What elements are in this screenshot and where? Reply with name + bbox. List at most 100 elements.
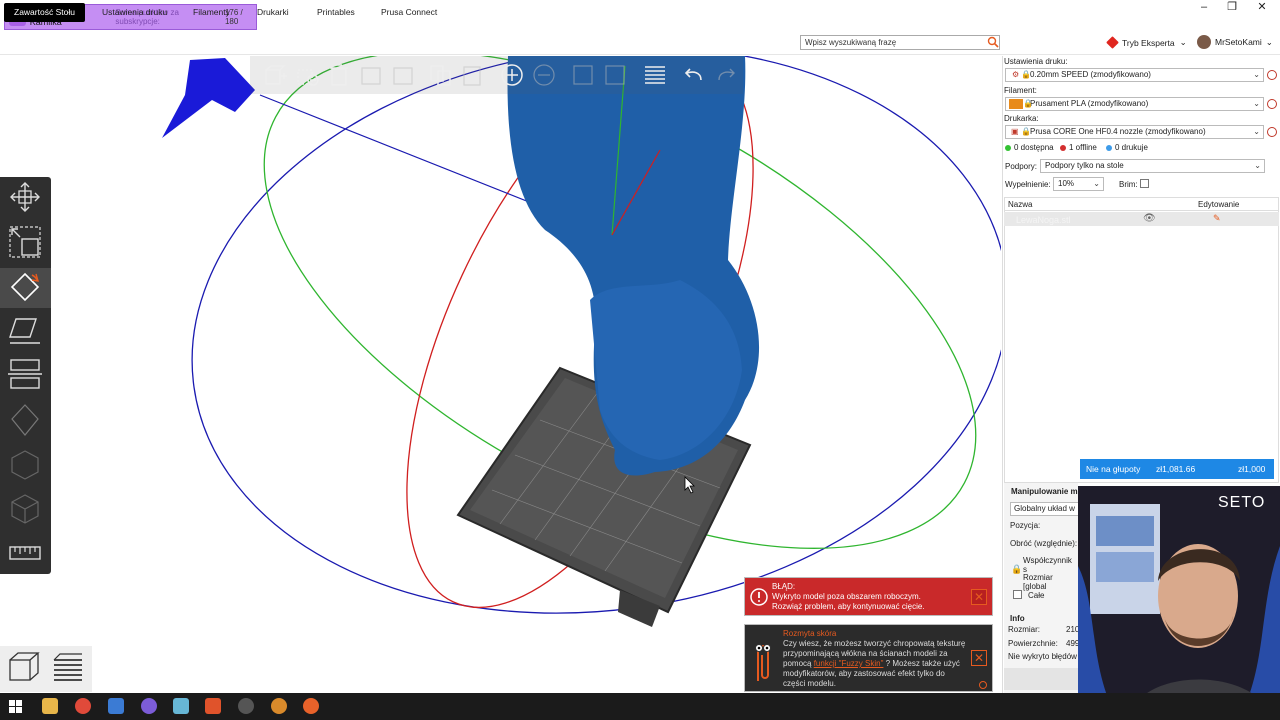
filament-combo[interactable]: 🔒 Prusament PLA (zmodyfikowano) ⌄ — [1005, 97, 1264, 111]
budget-bar: Nie na głupoty zł1,081.66 zł1,000 — [1080, 459, 1274, 479]
gear-icon[interactable] — [1267, 127, 1277, 137]
vscode-icon[interactable] — [108, 698, 124, 714]
col-edit: Edytowanie — [1198, 200, 1240, 209]
restore-icon[interactable]: ❐ — [1217, 0, 1247, 14]
preview-icon[interactable] — [50, 650, 86, 686]
coord-system-combo[interactable]: Globalny układ w — [1010, 502, 1080, 516]
split-objects-icon — [573, 65, 593, 85]
status-offline: 1 offline — [1060, 143, 1097, 152]
redo-icon — [718, 68, 735, 81]
layers-editing-icon[interactable] — [642, 62, 668, 88]
info-size-label: Rozmiar: — [1008, 625, 1041, 634]
scale-label: Współczynnik s — [1023, 556, 1072, 574]
prusaslicer-icon[interactable] — [303, 698, 319, 714]
hint-text1: Czy wiesz, że możesz tworzyć chropowatą … — [783, 639, 966, 648]
hint-text3-post: ? Możesz także użyć — [885, 659, 960, 668]
menu-bar — [0, 31, 1280, 55]
printer-icon: ▣ — [1011, 127, 1019, 136]
print-settings-label: Ustawienia druku: — [1004, 57, 1068, 66]
file-explorer-icon[interactable] — [42, 698, 58, 714]
3d-view-icon[interactable] — [6, 650, 42, 686]
tab-prusa-connect[interactable]: Prusa Connect — [371, 3, 447, 22]
rotate-icon[interactable] — [8, 270, 42, 304]
supports-combo[interactable]: Podpory tylko na stole ⌄ — [1040, 159, 1265, 173]
status-dot — [1060, 144, 1066, 151]
whole-checkbox[interactable] — [1013, 590, 1022, 599]
brim-label: Brim: — [1119, 180, 1138, 189]
hint-text4: modyfikatorów, aby zastosować efekt tylk… — [783, 669, 945, 678]
brim-checkbox[interactable] — [1140, 179, 1149, 188]
object-manipulation-panel: Manipulowanie m Globalny układ w Pozycja… — [1004, 483, 1080, 693]
remove-instance-icon — [533, 64, 555, 86]
printer-value: Prusa CORE One HF0.4 nozzle (zmodyfikowa… — [1030, 127, 1206, 136]
mode-selector[interactable]: Tryb Eksperta ⌄ — [1106, 36, 1187, 49]
chevron-down-icon: ⌄ — [1254, 161, 1261, 170]
delete-object-icon[interactable] — [294, 62, 320, 88]
status-dot — [1106, 144, 1112, 151]
slice-button[interactable] — [1004, 668, 1078, 690]
edit-icon[interactable]: ✎ — [1213, 213, 1221, 224]
chrome-icon[interactable] — [75, 698, 91, 714]
hint-toggle-icon[interactable] — [979, 681, 987, 689]
measure-icon[interactable] — [8, 536, 42, 570]
info-title: Info — [1010, 614, 1025, 623]
object-list — [1004, 197, 1279, 483]
infill-combo[interactable]: 10% ⌄ — [1053, 177, 1104, 191]
minimize-icon[interactable]: – — [1189, 0, 1219, 14]
webcam-logo-text: SETO — [1218, 494, 1266, 511]
infill-value: 10% — [1058, 179, 1075, 188]
mode-label: Tryb Eksperta — [1122, 37, 1175, 48]
error-icon — [750, 588, 768, 606]
tab-plater[interactable]: Zawartość Stołu — [4, 3, 85, 22]
add-object-icon[interactable] — [262, 62, 288, 88]
tab-print-settings[interactable]: Ustawienia druku — [92, 3, 177, 22]
gear-icon[interactable] — [1267, 99, 1277, 109]
print-settings-combo[interactable]: ⚙ 🔒 0.20mm SPEED (zmodyfikowano) ⌄ — [1005, 68, 1264, 82]
app-icon[interactable] — [173, 698, 189, 714]
user-menu[interactable]: MrSetoKami ⌄ — [1197, 35, 1273, 49]
close-icon[interactable]: ✕ — [1247, 0, 1277, 14]
search-icon[interactable] — [987, 36, 999, 48]
add-instance-icon[interactable] — [499, 62, 525, 88]
brave-icon[interactable] — [205, 698, 221, 714]
lock-icon[interactable]: 🔒 — [1011, 564, 1022, 575]
close-icon[interactable]: ✕ — [971, 589, 987, 605]
undo-icon[interactable] — [681, 62, 707, 88]
search-input[interactable]: Wpisz wyszukiwaną frazę — [800, 35, 1000, 50]
infill-label: Wypełnienie: — [1005, 180, 1051, 189]
tab-filaments[interactable]: Filamenty — [183, 3, 240, 22]
chevron-down-icon: ⌄ — [1093, 179, 1100, 188]
taskbar — [0, 693, 1280, 720]
move-icon[interactable] — [8, 180, 42, 214]
chevron-down-icon: ⌄ — [1253, 99, 1260, 108]
lock-icon: 🔒 — [1023, 99, 1033, 108]
scale-icon[interactable] — [8, 225, 42, 259]
status-available: 0 dostępna — [1005, 143, 1054, 152]
tab-printers[interactable]: Drukarki — [247, 3, 299, 22]
close-icon[interactable]: ✕ — [971, 650, 987, 666]
supports-label: Podpory: — [1005, 162, 1038, 171]
place-on-face-icon[interactable] — [8, 313, 42, 347]
printer-combo[interactable]: ▣ 🔒 Prusa CORE One HF0.4 nozzle (zmodyfi… — [1005, 125, 1264, 139]
fuzzy-skin-link[interactable]: funkcji "Fuzzy Skin" — [814, 659, 884, 668]
expert-mode-icon — [1106, 36, 1119, 49]
windows-start-icon[interactable] — [9, 700, 22, 713]
discord-icon[interactable] — [141, 698, 157, 714]
error-notification: BŁĄD: Wykryto model poza obszarem robocz… — [744, 577, 993, 616]
budget-label: Nie na głupoty — [1086, 464, 1141, 474]
table-row[interactable]: LewaNoga.stl 👁 ✎ — [1004, 212, 1279, 226]
app2-icon[interactable] — [271, 698, 287, 714]
object-list-header: Nazwa Edytowanie — [1004, 197, 1279, 211]
eye-icon[interactable]: 👁 — [1143, 213, 1156, 224]
chevron-down-icon: ⌄ — [1265, 36, 1273, 47]
cut-icon[interactable] — [8, 357, 42, 391]
chevron-down-icon: ⌄ — [1253, 70, 1260, 79]
gear-icon[interactable] — [1267, 70, 1277, 80]
obs-icon[interactable] — [238, 698, 254, 714]
copy-icon[interactable] — [428, 62, 454, 88]
trash-icon[interactable] — [326, 62, 352, 88]
tab-printables[interactable]: Printables — [307, 3, 365, 22]
lock-icon: 🔒 — [1021, 70, 1031, 79]
lock-icon: 🔒 — [1021, 127, 1031, 136]
arrange-icon — [361, 67, 381, 85]
